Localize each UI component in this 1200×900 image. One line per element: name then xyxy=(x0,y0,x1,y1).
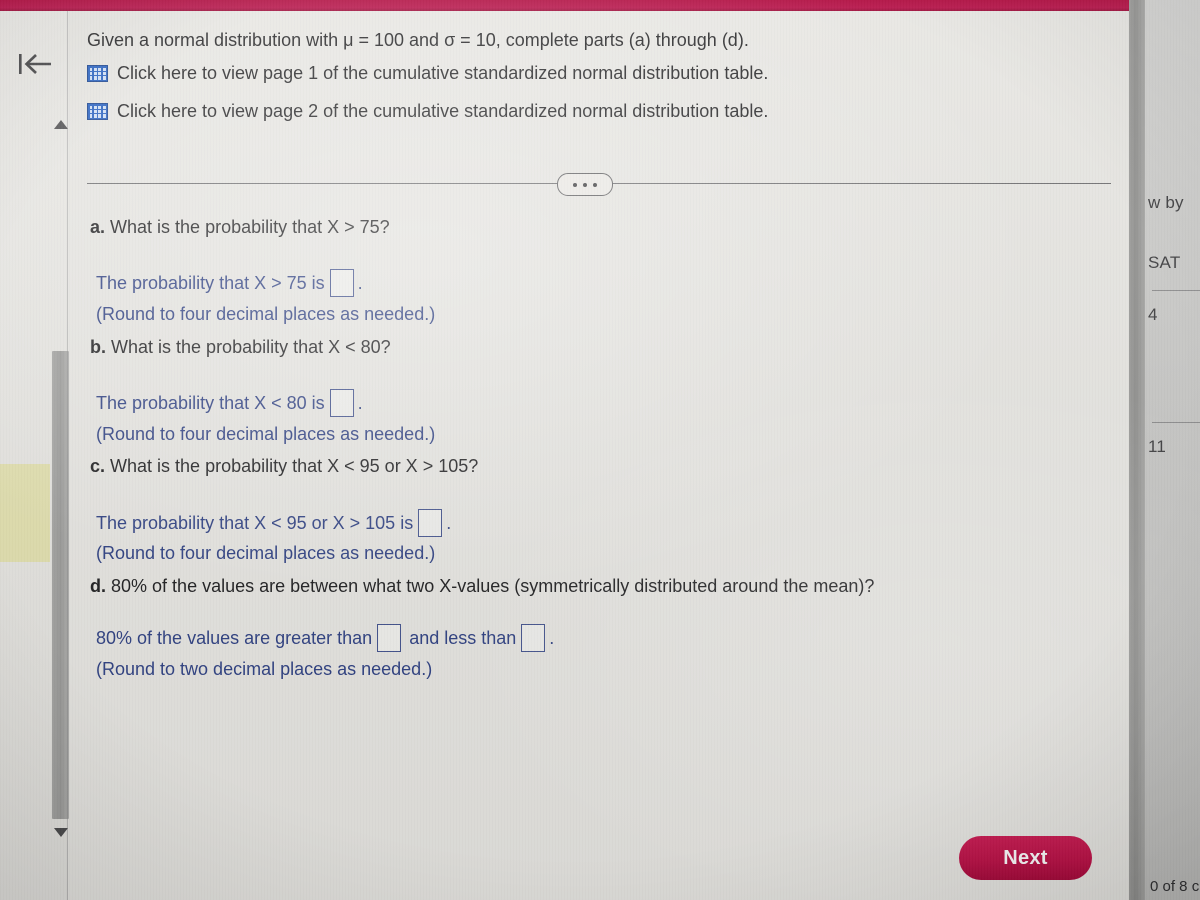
window-edge-shadow xyxy=(1128,0,1145,900)
section-divider xyxy=(87,171,1111,196)
part-c-answer-input[interactable] xyxy=(418,509,443,537)
screenshot-root: w by SAT 4 11 0 of 8 c Given a normal di… xyxy=(0,0,1200,900)
part-b-rounding-note: (Round to four decimal places as needed.… xyxy=(96,424,436,444)
part-a-answer-input[interactable] xyxy=(329,269,354,297)
calendar-row-divider xyxy=(1152,290,1200,291)
part-a-answer-suffix: . xyxy=(357,272,363,293)
part-d-answer-prefix: 80% of the values are greater than xyxy=(96,627,373,648)
app-window: Given a normal distribution with μ = 100… xyxy=(0,0,1129,900)
part-d-rounding-note: (Round to two decimal places as needed.) xyxy=(96,659,433,679)
part-a-rounding-note: (Round to four decimal places as needed.… xyxy=(96,304,436,324)
table-link-label: Click here to view page 1 of the cumulat… xyxy=(117,63,769,83)
part-a-answer-row: The probability that X > 75 is . xyxy=(96,269,363,297)
part-c-question: c. What is the probability that X < 95 o… xyxy=(90,456,478,477)
dot xyxy=(583,182,587,187)
part-b-answer-input[interactable] xyxy=(329,389,354,417)
part-d-question: d. 80% of the values are between what tw… xyxy=(90,576,874,597)
part-b-answer-row: The probability that X < 80 is . xyxy=(96,389,363,417)
part-b-text: What is the probability that X < 80? xyxy=(111,337,391,357)
table-link-page-1[interactable]: Click here to view page 1 of the cumulat… xyxy=(87,63,768,84)
title-bar xyxy=(0,0,1129,11)
part-a-letter: a. xyxy=(90,217,106,237)
back-to-start-icon[interactable] xyxy=(14,47,58,81)
part-b-answer-suffix: . xyxy=(357,392,363,413)
table-icon xyxy=(87,65,108,82)
part-d-answer-input-lower[interactable] xyxy=(377,624,402,652)
table-link-label: Click here to view page 2 of the cumulat… xyxy=(117,101,769,121)
scroll-up-arrow-icon[interactable] xyxy=(54,120,68,129)
table-icon xyxy=(87,103,108,120)
part-b-question: b. What is the probability that X < 80? xyxy=(90,337,391,358)
calendar-date-11: 11 xyxy=(1148,437,1167,456)
glare-patch xyxy=(0,464,50,562)
part-b-letter: b. xyxy=(90,337,106,357)
background-status-text: 0 of 8 c xyxy=(1150,878,1200,895)
next-button[interactable]: Next xyxy=(959,836,1092,880)
part-c-answer-suffix: . xyxy=(446,512,452,533)
part-c-letter: c. xyxy=(90,456,106,476)
problem-prompt: Given a normal distribution with μ = 100… xyxy=(87,30,749,50)
table-link-page-2[interactable]: Click here to view page 2 of the cumulat… xyxy=(87,101,768,122)
part-a-question: a. What is the probability that X > 75? xyxy=(90,217,390,238)
left-rail xyxy=(0,11,69,900)
part-d-text: 80% of the values are between what two X… xyxy=(111,576,875,596)
calendar-date-4: 4 xyxy=(1148,305,1158,324)
part-d-answer-row: 80% of the values are greater than and l… xyxy=(96,624,554,652)
problem-content: Given a normal distribution with μ = 100… xyxy=(68,11,1129,900)
part-c-text: What is the probability that X < 95 or X… xyxy=(110,456,479,476)
calendar-header-fragment: w by xyxy=(1148,193,1184,212)
part-c-rounding-note: (Round to four decimal places as needed.… xyxy=(96,543,436,563)
part-d-answer-input-upper[interactable] xyxy=(521,624,546,652)
dot xyxy=(573,182,577,187)
part-d-answer-middle: and less than xyxy=(409,627,517,648)
scroll-down-arrow-icon[interactable] xyxy=(54,828,68,837)
part-a-answer-prefix: The probability that X > 75 is xyxy=(96,272,325,293)
expand-ellipsis-button[interactable] xyxy=(557,173,613,196)
part-b-answer-prefix: The probability that X < 80 is xyxy=(96,392,325,413)
calendar-row-divider xyxy=(1152,422,1200,423)
part-c-answer-row: The probability that X < 95 or X > 105 i… xyxy=(96,509,451,537)
part-c-answer-prefix: The probability that X < 95 or X > 105 i… xyxy=(96,512,414,533)
calendar-day-label: SAT xyxy=(1148,253,1181,272)
dot xyxy=(593,182,597,187)
part-d-answer-suffix: . xyxy=(549,627,555,648)
part-d-letter: d. xyxy=(90,576,106,596)
part-a-text: What is the probability that X > 75? xyxy=(110,217,390,237)
